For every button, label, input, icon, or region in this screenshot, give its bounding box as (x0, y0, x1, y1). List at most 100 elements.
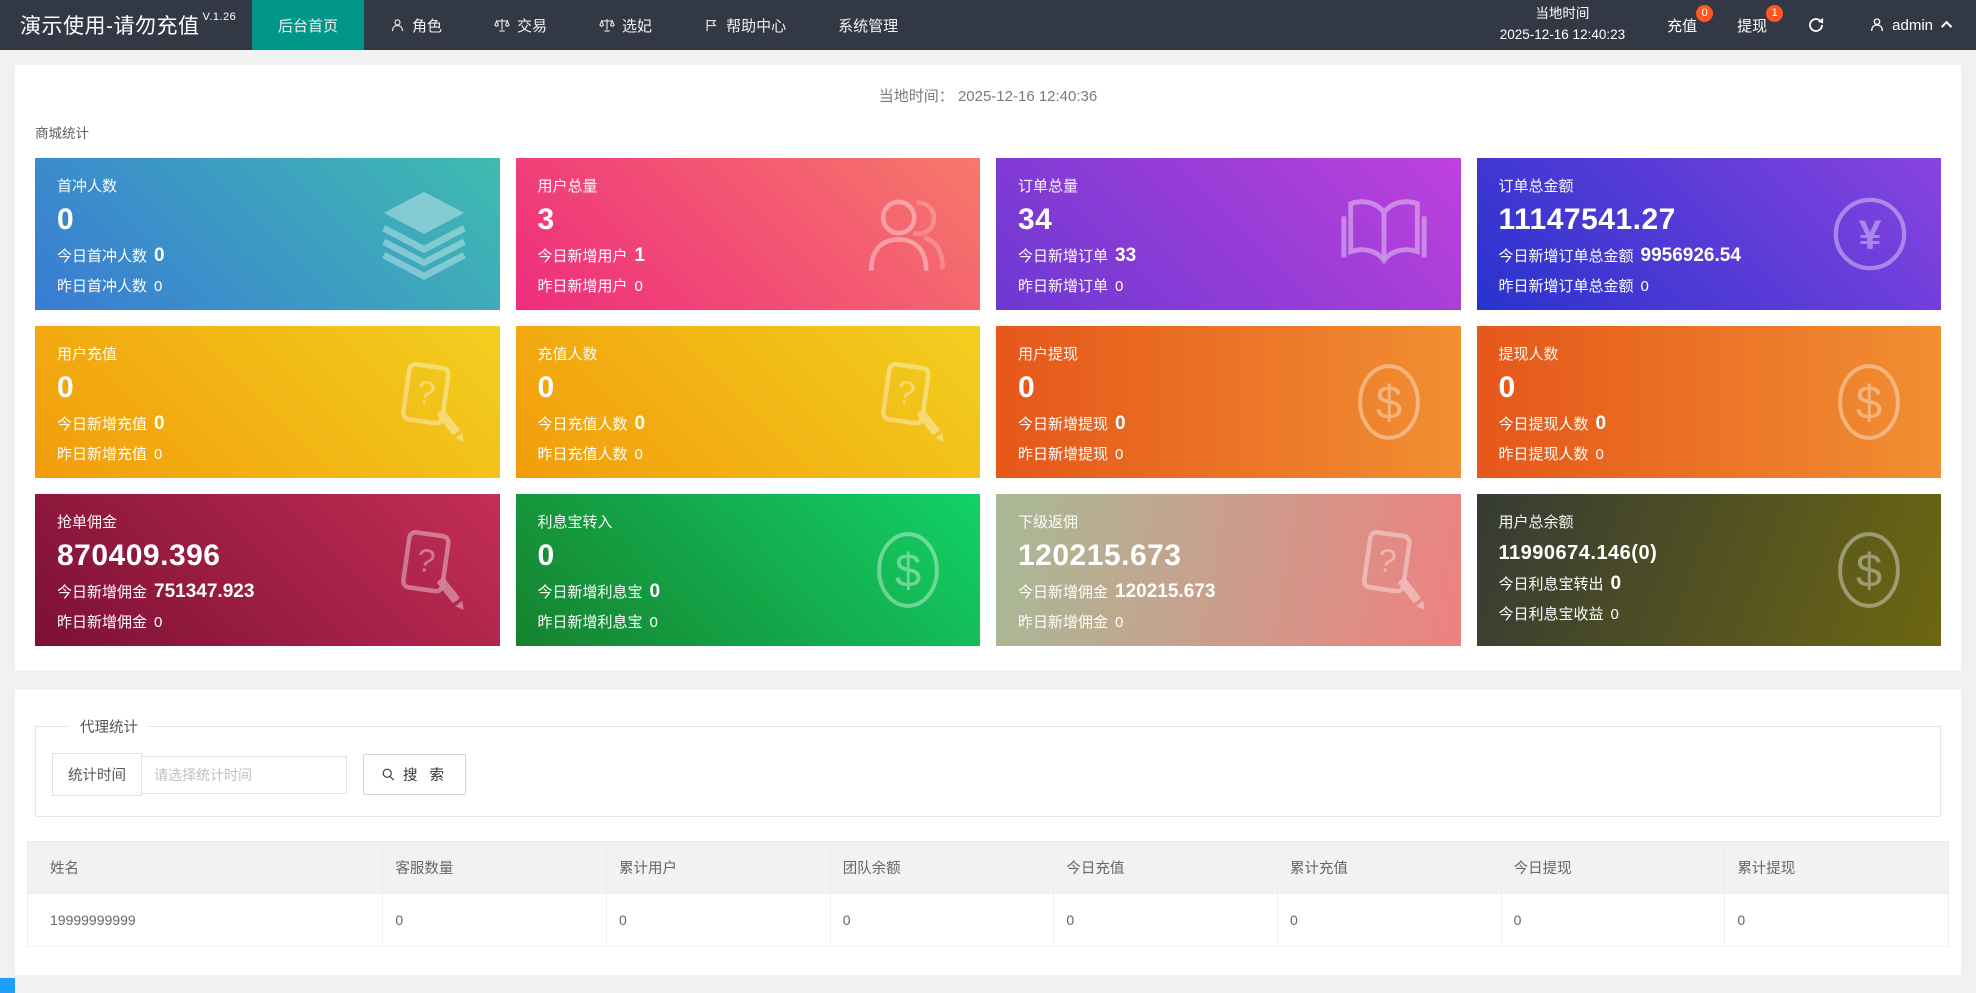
col-header-today-withdraw: 今日提现 (1500, 841, 1726, 894)
withdraw-button[interactable]: 提现 1 (1717, 0, 1787, 50)
book-icon (1337, 187, 1431, 281)
card-line-value: 0 (649, 614, 658, 631)
cell-name: 19999999999 (26, 893, 384, 947)
agent-table-wrap: 姓名 客服数量 累计用户 团队余额 今日充值 累计充值 今日提现 累计提现 19… (26, 841, 1949, 947)
nav-item-trade[interactable]: 交易 (468, 0, 573, 50)
card-line-value: 120215.673 (1115, 581, 1216, 602)
card-line-value: 0 (154, 614, 163, 631)
card-line-label: 今日新增用户 (537, 248, 628, 265)
brand-version: V.1.26 (202, 11, 237, 23)
page-local-time: 当地时间： 2025-12-16 12:40:36 (15, 65, 1961, 110)
card-line-label: 今日新增利息宝 (537, 584, 643, 601)
scales-icon (599, 17, 615, 33)
nav-item-home[interactable]: 后台首页 (252, 0, 365, 50)
stat-card-total-orders: 订单总量 34 今日新增订单 33 昨日新增订单 0 (996, 158, 1461, 310)
card-line-label: 昨日新增利息宝 (537, 614, 643, 631)
card-line-value: 0 (154, 245, 165, 266)
corner-artifact (0, 978, 15, 993)
stat-card-total-users: 用户总量 3 今日新增用户 1 昨日新增用户 0 (515, 158, 980, 310)
card-line-label: 昨日新增用户 (537, 278, 628, 295)
agent-panel: 代理统计 统计时间 搜 索 姓名 客服数量 累计用户 团队余额 今日充值 累计充… (15, 690, 1961, 975)
card-line-value: 0 (1115, 413, 1126, 434)
card-yesterday-line: 昨日新增利息宝 0 (538, 611, 959, 632)
col-header-team-balance: 团队余额 (829, 841, 1055, 894)
stat-card-user-recharge: 用户充值 0 今日新增充值 0 昨日新增充值 0 (35, 326, 500, 478)
order-edit-icon (384, 359, 470, 445)
nav-item-roles[interactable]: 角色 (364, 0, 468, 50)
card-line-value: 0 (634, 278, 643, 295)
card-yesterday-line: 昨日新增提现 0 (1018, 443, 1439, 464)
card-line-label: 今日新增充值 (57, 416, 148, 433)
card-yesterday-line: 昨日新增佣金 0 (57, 611, 478, 632)
page-time-label: 当地时间： (878, 88, 954, 105)
stat-cards-grid: 首冲人数 0 今日首冲人数 0 昨日首冲人数 0 用户总量 3 今日新增用户 1 昨日… (35, 158, 1941, 670)
nav-item-help[interactable]: 帮助中心 (678, 0, 812, 50)
agent-stats-legend: 代理统计 (80, 720, 138, 736)
card-yesterday-line: 昨日提现人数 0 (1499, 443, 1920, 464)
topbar-right: 当地时间 2025-12-16 12:40:23 充值 0 提现 1 admin (1478, 0, 1976, 50)
nav-label: 交易 (517, 17, 548, 35)
card-yesterday-line: 昨日新增用户 0 (538, 275, 959, 296)
card-line-label: 昨日充值人数 (537, 446, 628, 463)
user-menu[interactable]: admin (1845, 0, 1976, 50)
recharge-button[interactable]: 充值 0 (1647, 0, 1717, 50)
card-line-label: 昨日新增订单总金额 (1498, 278, 1634, 295)
dollar-icon (1347, 360, 1431, 444)
nav-label: 后台首页 (278, 17, 339, 35)
search-button[interactable]: 搜 索 (363, 754, 467, 795)
stat-time-input[interactable] (142, 755, 347, 794)
card-line-value: 0 (154, 413, 165, 434)
card-line-value: 0 (1610, 573, 1622, 594)
card-line-label: 昨日首冲人数 (57, 278, 148, 295)
card-line-label: 今日充值人数 (537, 416, 628, 433)
agent-stats-box: 代理统计 统计时间 搜 索 (35, 716, 1941, 817)
topbar-local-time: 当地时间 2025-12-16 12:40:23 (1478, 0, 1647, 50)
card-line-value: 9956926.54 (1640, 245, 1741, 266)
cell-today-recharge: 0 (1053, 893, 1278, 947)
nav-label: 系统管理 (838, 17, 899, 35)
local-time-value: 2025-12-16 12:40:23 (1499, 27, 1626, 42)
cell-today-withdraw: 0 (1500, 893, 1726, 947)
username: admin (1892, 16, 1933, 34)
col-header-total-recharge: 累计充值 (1277, 841, 1502, 894)
page-time-value: 2025-12-16 12:40:36 (957, 88, 1098, 105)
stat-card-interest-in: 利息宝转入 0 今日新增利息宝 0 昨日新增利息宝 0 (515, 494, 980, 646)
stats-panel: 当地时间： 2025-12-16 12:40:36 商城统计 首冲人数 0 今日… (15, 65, 1961, 670)
stat-card-grab-commission: 抢单佣金 870409.396 今日新增佣金 751347.923 昨日新增佣金 0 (35, 494, 500, 646)
col-header-total-users: 累计用户 (606, 841, 831, 894)
card-line-label: 昨日新增订单 (1018, 278, 1109, 295)
cell-total-recharge: 0 (1277, 893, 1502, 947)
refresh-button[interactable] (1787, 0, 1845, 50)
card-line-label: 昨日新增佣金 (57, 614, 148, 631)
card-yesterday-line: 昨日新增充值 0 (57, 443, 478, 464)
card-line-value: 0 (1595, 446, 1604, 463)
nav-item-select[interactable]: 选妃 (573, 0, 678, 50)
card-line-label: 今日首冲人数 (57, 248, 148, 265)
order-edit-icon (384, 527, 470, 613)
card-line-label: 今日提现人数 (1498, 416, 1589, 433)
order-edit-icon (1345, 527, 1431, 613)
card-line-value: 0 (1115, 446, 1124, 463)
brand-text: 演示使用-请勿充值 (20, 15, 200, 38)
nav-item-system[interactable]: 系统管理 (812, 0, 924, 50)
card-yesterday-line: 昨日新增佣金 0 (1018, 611, 1439, 632)
card-line-value: 0 (1115, 278, 1124, 295)
col-header-today-recharge: 今日充值 (1053, 841, 1278, 894)
card-line-value: 0 (1595, 413, 1607, 434)
recharge-badge: 0 (1696, 5, 1714, 22)
card-line-value: 0 (1610, 606, 1619, 623)
stat-card-first-charge-users: 首冲人数 0 今日首冲人数 0 昨日首冲人数 0 (35, 158, 500, 310)
col-header-service-count: 客服数量 (382, 841, 608, 894)
yen-icon (1829, 193, 1911, 275)
col-header-total-withdraw: 累计提现 (1724, 841, 1949, 894)
nav-label: 帮助中心 (726, 17, 787, 35)
cell-total-withdraw: 0 (1724, 893, 1949, 947)
cell-service-count: 0 (382, 893, 608, 947)
card-line-label: 今日新增提现 (1018, 416, 1109, 433)
card-line-value: 1 (634, 245, 646, 266)
flag-icon (704, 18, 719, 33)
withdraw-badge: 1 (1766, 5, 1784, 22)
cell-total-users: 0 (606, 893, 831, 947)
card-line-label: 今日新增佣金 (57, 584, 148, 601)
refresh-icon (1807, 16, 1825, 34)
